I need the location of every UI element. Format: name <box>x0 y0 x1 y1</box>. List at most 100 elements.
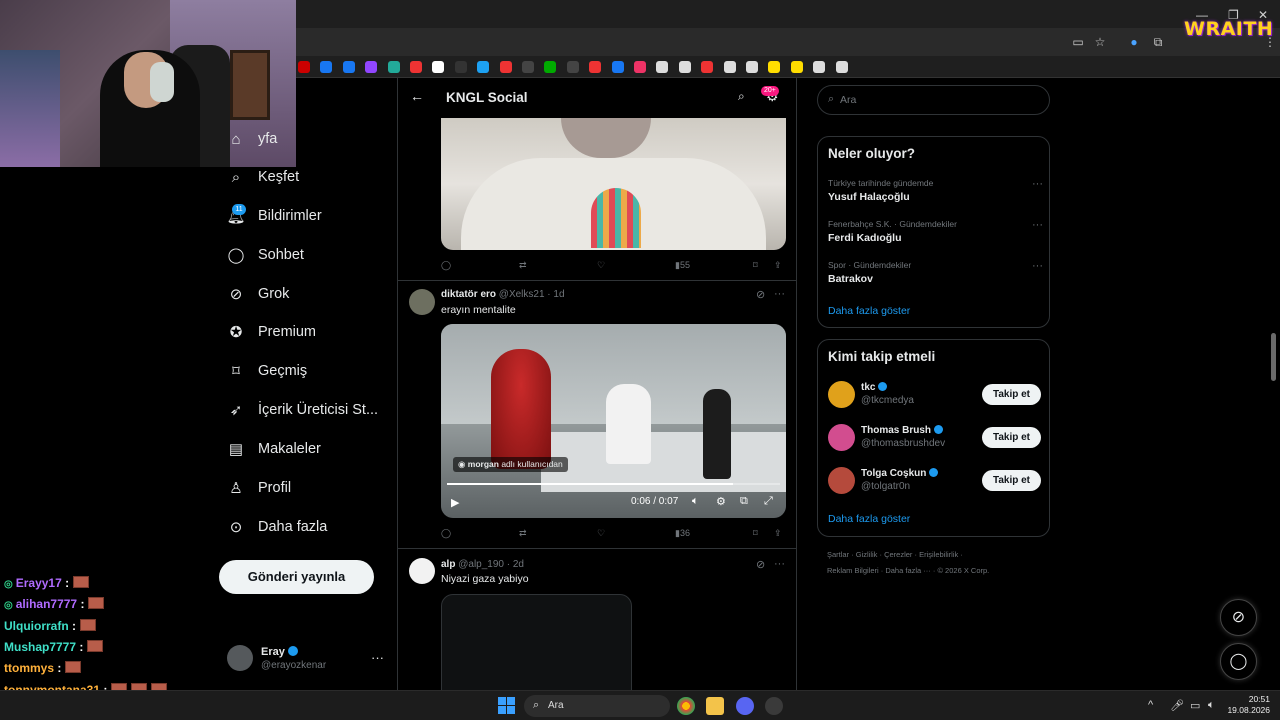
taskbar-search[interactable]: ⌕ Ara <box>524 695 670 717</box>
like-icon[interactable]: ♡ <box>597 260 605 271</box>
bookmark-favicon-icon[interactable] <box>522 61 534 73</box>
volume-icon[interactable]: 🔈︎ <box>692 495 699 508</box>
more-icon[interactable]: ··· <box>1032 219 1043 231</box>
bookmark-favicon-icon[interactable] <box>701 61 714 73</box>
follow-suggestion[interactable]: tkc @tkcmedya Takip et <box>828 381 1041 411</box>
more-icon[interactable]: ··· <box>774 558 785 570</box>
follow-button[interactable]: Takip et <box>981 470 1041 491</box>
avatar[interactable] <box>409 558 435 584</box>
footer-links[interactable]: Reklam Bilgileri · Daha fazla ··· · © 20… <box>827 566 989 575</box>
nav-grok[interactable]: ⊘ Grok <box>227 281 290 307</box>
grok-fab-icon[interactable]: ⊘ <box>1220 599 1257 636</box>
follow-button[interactable]: Takip et <box>981 427 1041 448</box>
bookmark-icon[interactable]: ⌑ <box>753 260 758 271</box>
more-icon[interactable]: ··· <box>1032 178 1043 190</box>
bookmark-favicon-icon[interactable] <box>768 61 781 73</box>
nav-articles[interactable]: ▤ Makaleler <box>227 436 321 462</box>
chevron-up-icon[interactable]: ^ <box>1148 699 1153 711</box>
footer-links[interactable]: Şartlar · Gizlilik · Çerezler · Erişileb… <box>827 550 963 559</box>
trend-item[interactable]: Türkiye tarihinde gündemde Yusuf Halaçoğ… <box>828 178 1043 208</box>
bookmark-favicon-icon[interactable] <box>813 61 826 73</box>
reply-icon[interactable]: ◯ <box>441 260 451 271</box>
pip-icon[interactable]: ⧉ <box>740 495 748 508</box>
tweet-media[interactable] <box>441 118 786 250</box>
like-icon[interactable]: ♡ <box>597 528 605 539</box>
cast-icon[interactable]: ▭ <box>1070 34 1086 50</box>
timeline-column[interactable]: ← KNGL Social ⌕ ⚙ 20+ ◯ ⇄ ♡ ▮ 55 ⌑ ⇪ dik… <box>397 78 797 690</box>
nav-bookmarks[interactable]: ⌑ Geçmiş <box>227 358 307 384</box>
bookmark-favicon-icon[interactable] <box>298 61 310 73</box>
puzzle-icon[interactable]: ⧉ <box>1150 34 1166 50</box>
bookmark-favicon-icon[interactable] <box>656 61 669 73</box>
retweet-icon[interactable]: ⇄ <box>519 528 527 539</box>
more-icon[interactable]: ··· <box>371 650 384 665</box>
avatar[interactable] <box>409 289 435 315</box>
windows-start-icon[interactable] <box>498 697 515 714</box>
bookmark-favicon-icon[interactable] <box>790 61 803 73</box>
nav-home[interactable]: ⌂ yfa <box>227 126 277 152</box>
bookmark-favicon-icon[interactable] <box>410 61 422 73</box>
bookmark-favicon-icon[interactable] <box>566 61 579 73</box>
fullscreen-icon[interactable]: ⤢ <box>764 495 773 508</box>
bookmark-favicon-icon[interactable] <box>432 61 445 73</box>
bookmark-favicon-icon[interactable] <box>746 61 758 73</box>
nav-premium[interactable]: ✪ Premium <box>227 319 316 345</box>
volume-icon[interactable]: 🔈︎ <box>1208 699 1215 712</box>
bookmark-favicon-icon[interactable] <box>589 61 602 73</box>
star-icon[interactable]: ☆ <box>1092 34 1108 50</box>
microphone-icon[interactable]: 🎤︎ <box>1170 699 1184 712</box>
discord-icon[interactable] <box>736 697 754 715</box>
post-button[interactable]: Gönderi yayınla <box>219 560 374 594</box>
display-icon[interactable]: ▭ <box>1190 699 1200 712</box>
bookmark-favicon-icon[interactable] <box>342 61 355 73</box>
bookmark-favicon-icon[interactable] <box>477 61 490 73</box>
show-more-link[interactable]: Daha fazla göster <box>828 305 910 317</box>
show-more-link[interactable]: Daha fazla göster <box>828 513 910 525</box>
system-clock[interactable]: 20:51 19.08.2026 <box>1226 694 1270 716</box>
grok-icon[interactable]: ⊘ <box>756 558 765 571</box>
trend-item[interactable]: Spor · Gündemdekiler Batrakov ··· <box>828 260 1043 290</box>
extension-icon[interactable]: ● <box>1126 34 1142 50</box>
bookmark-favicon-icon[interactable] <box>454 61 467 73</box>
trend-item[interactable]: Fenerbahçe S.K. · Gündemdekiler Ferdi Ka… <box>828 219 1043 249</box>
share-icon[interactable]: ⇪ <box>774 260 782 271</box>
more-icon[interactable]: ··· <box>1032 260 1043 272</box>
follow-button[interactable]: Takip et <box>981 384 1041 405</box>
bookmark-favicon-icon[interactable] <box>634 61 646 73</box>
bookmark-favicon-icon[interactable] <box>835 61 848 73</box>
search-input[interactable]: ⌕ Ara <box>817 85 1050 115</box>
play-icon[interactable]: ▶ <box>451 496 459 509</box>
bookmark-icon[interactable]: ⌑ <box>753 528 758 539</box>
settings-icon[interactable]: ⚙ <box>716 495 726 508</box>
bookmark-favicon-icon[interactable] <box>387 61 400 73</box>
bookmark-favicon-icon[interactable] <box>365 61 378 73</box>
messages-fab-icon[interactable]: ◯ <box>1220 643 1257 680</box>
more-icon[interactable]: ··· <box>774 288 785 300</box>
grok-icon[interactable]: ⊘ <box>756 288 765 301</box>
search-icon[interactable]: ⌕ <box>738 89 752 103</box>
scrollbar[interactable] <box>1271 333 1276 381</box>
chrome-icon[interactable] <box>677 697 695 715</box>
nav-chat[interactable]: ◯ Sohbet <box>227 242 304 268</box>
share-icon[interactable]: ⇪ <box>774 528 782 539</box>
tweet-media[interactable] <box>441 594 632 690</box>
bookmark-favicon-icon[interactable] <box>499 61 512 73</box>
nav-more[interactable]: ⊙ Daha fazla <box>227 514 328 540</box>
views-icon[interactable]: ▮ 55 <box>675 260 690 271</box>
account-switcher[interactable]: Eray @erayozkenar ··· <box>227 644 387 674</box>
nav-profile[interactable]: ♙ Profil <box>227 475 291 501</box>
follow-suggestion[interactable]: Tolga Coşkun @tolgatr0n Takip et <box>828 467 1041 497</box>
app-icon[interactable] <box>765 697 783 715</box>
retweet-icon[interactable]: ⇄ <box>519 260 527 271</box>
video-player[interactable]: ◉ morgan adlı kullanıcıdan ▶ 0:06 / 0:07… <box>441 324 786 518</box>
nav-explore[interactable]: ⌕ Keşfet <box>227 164 299 190</box>
bookmark-favicon-icon[interactable] <box>320 61 333 73</box>
back-arrow-icon[interactable]: ← <box>410 88 424 104</box>
nav-creator-studio[interactable]: ➶ İçerik Üreticisi St... <box>227 397 378 423</box>
bookmark-favicon-icon[interactable] <box>544 61 557 73</box>
views-icon[interactable]: ▮ 36 <box>675 528 690 539</box>
follow-suggestion[interactable]: Thomas Brush @thomasbrushdev Takip et <box>828 424 1041 454</box>
reply-icon[interactable]: ◯ <box>441 528 451 539</box>
bookmark-favicon-icon[interactable] <box>611 61 624 73</box>
bookmark-favicon-icon[interactable] <box>723 61 736 73</box>
